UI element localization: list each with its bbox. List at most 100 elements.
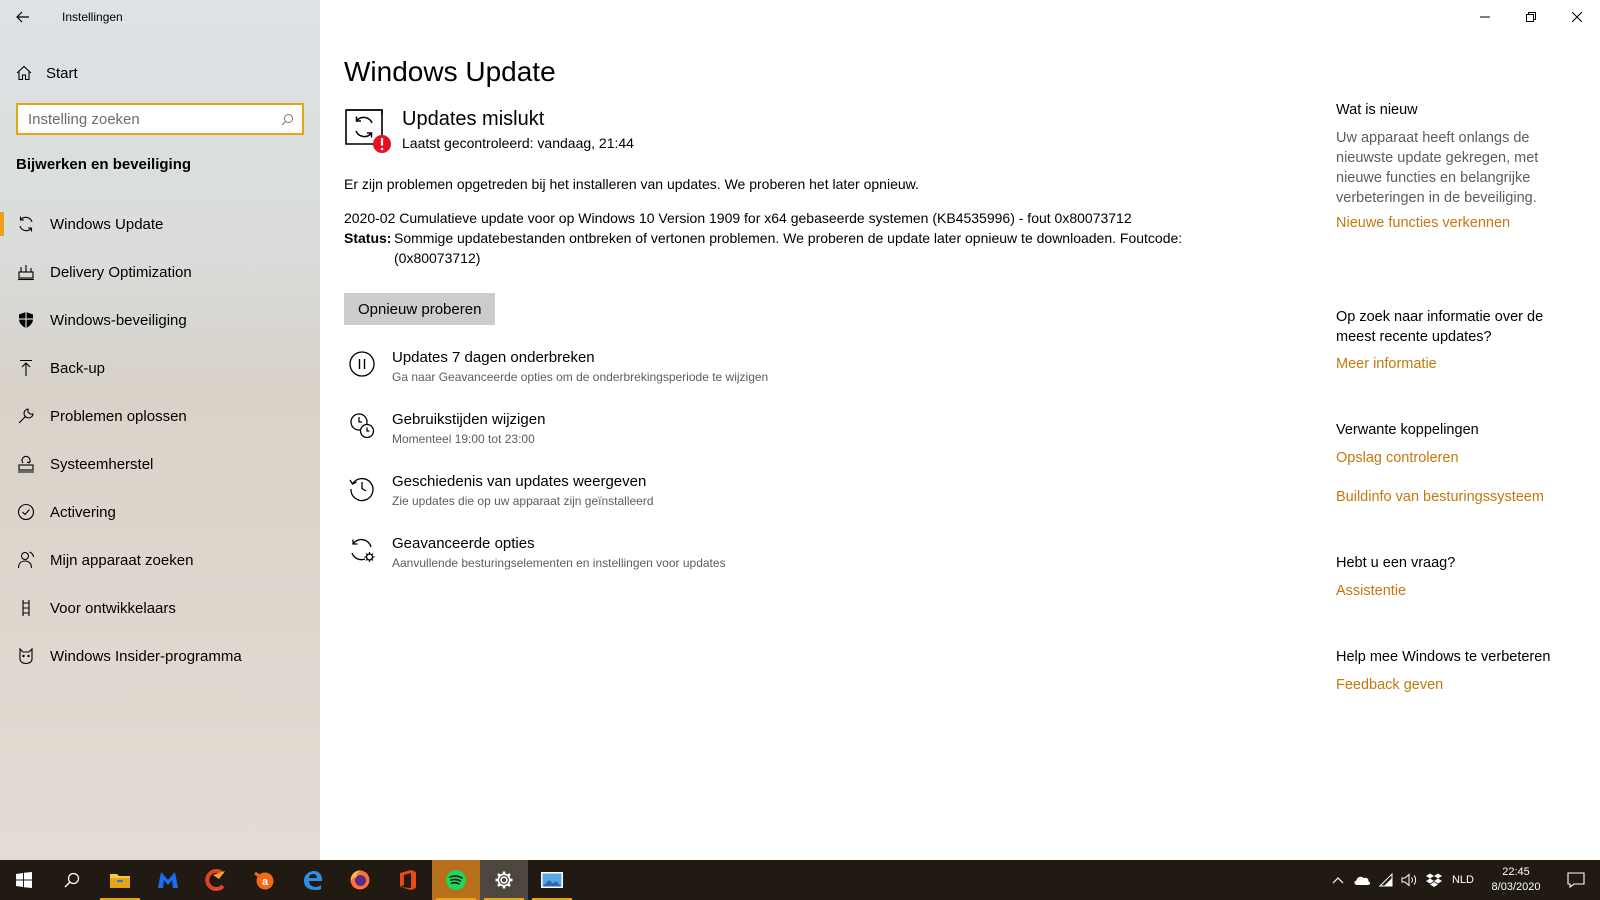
taskbar-file-explorer[interactable] — [96, 860, 144, 900]
status-label: Status: — [344, 230, 392, 246]
main-content: Windows Update Updates mislukt Laatst ge… — [344, 0, 1284, 860]
minimize-button[interactable] — [1462, 0, 1508, 34]
sidebar-item-windows-security[interactable]: Windows-beveiliging — [0, 296, 320, 344]
close-button[interactable] — [1554, 0, 1600, 34]
shield-icon — [16, 310, 36, 330]
taskbar-spotify[interactable] — [432, 860, 480, 900]
sidebar-item-label: Windows Insider-programma — [50, 647, 242, 665]
status-title: Updates mislukt — [402, 108, 545, 130]
search-icon — [64, 872, 80, 888]
more-info-link[interactable]: Meer informatie — [1336, 354, 1576, 374]
option-pause-updates[interactable]: Updates 7 dagen onderbreken Ga naar Geav… — [344, 348, 1044, 410]
update-name: 2020-02 Cumulatieve update voor op Windo… — [344, 210, 1132, 226]
option-advanced-options[interactable]: Geavanceerde opties Aanvullende besturin… — [344, 534, 1044, 596]
option-active-hours[interactable]: Gebruikstijden wijzigen Momenteel 19:00 … — [344, 410, 1044, 472]
tray-network[interactable] — [1374, 860, 1398, 900]
taskbar-edge[interactable] — [288, 860, 336, 900]
tray-chevron-button[interactable] — [1326, 860, 1350, 900]
sidebar-item-label: Voor ontwikkelaars — [50, 599, 176, 617]
sync-icon — [16, 214, 36, 234]
retry-button[interactable]: Opnieuw proberen — [344, 293, 496, 325]
person-locate-icon — [16, 550, 36, 570]
taskbar-malwarebytes[interactable] — [144, 860, 192, 900]
tray-volume[interactable] — [1398, 860, 1422, 900]
sidebar-item-windows-insider[interactable]: Windows Insider-programma — [0, 632, 320, 680]
taskbar-settings[interactable] — [480, 860, 528, 900]
sidebar-item-developers[interactable]: Voor ontwikkelaars — [0, 584, 320, 632]
page-title: Windows Update — [344, 56, 556, 87]
sidebar-item-label: Mijn apparaat zoeken — [50, 551, 194, 569]
taskbar-search-button[interactable] — [48, 860, 96, 900]
sidebar-section-title: Bijwerken en beveiliging — [16, 156, 192, 173]
onedrive-cloud-icon — [1354, 876, 1371, 885]
back-button[interactable] — [0, 0, 46, 34]
failed-update-detail: 2020-02 Cumulatieve update voor op Windo… — [344, 208, 1264, 268]
check-storage-link[interactable]: Opslag controleren — [1336, 448, 1576, 468]
os-build-info-link[interactable]: Buildinfo van besturingssysteem — [1336, 487, 1576, 507]
sidebar-item-label: Back-up — [50, 359, 106, 377]
sidebar-item-start[interactable]: Start — [0, 56, 320, 90]
explore-features-link[interactable]: Nieuwe functies verkennen — [1336, 213, 1576, 233]
taskbar-ccleaner[interactable] — [192, 860, 240, 900]
file-explorer-icon — [110, 874, 130, 888]
upload-arrow-icon — [16, 358, 36, 378]
tray-dropbox[interactable] — [1422, 860, 1446, 900]
improve-heading: Help mee Windows te verbeteren — [1336, 649, 1551, 665]
option-subtitle: Zie updates die op uw apparaat zijn geïn… — [392, 494, 654, 508]
active-hours-clock-icon — [344, 408, 380, 444]
feedback-link[interactable]: Feedback geven — [1336, 675, 1576, 695]
tray-onedrive[interactable] — [1350, 860, 1374, 900]
settings-search-input[interactable] — [28, 110, 272, 128]
sidebar-item-backup[interactable]: Back-up — [0, 344, 320, 392]
input-language[interactable]: NLD — [1446, 874, 1480, 886]
sidebar-item-recovery[interactable]: Systeemherstel — [0, 440, 320, 488]
close-icon — [1572, 12, 1582, 22]
option-title: Geavanceerde opties — [392, 535, 535, 552]
sidebar-item-label: Delivery Optimization — [50, 263, 192, 281]
sidebar-item-delivery-optimization[interactable]: Delivery Optimization — [0, 248, 320, 296]
firefox-icon — [350, 870, 370, 890]
status-value: Sommige updatebestanden ontbreken of ver… — [394, 230, 1183, 266]
clock[interactable]: 22:45 8/03/2020 — [1480, 865, 1552, 895]
system-tray: NLD 22:45 8/03/2020 — [1326, 860, 1600, 900]
office-icon — [400, 870, 416, 890]
sidebar-item-label: Systeemherstel — [50, 455, 154, 473]
search-icon[interactable] — [272, 113, 302, 126]
sidebar-item-label: Activering — [50, 503, 116, 521]
speaker-icon — [1401, 873, 1417, 887]
start-icon — [16, 872, 32, 888]
option-update-history[interactable]: Geschiedenis van updates weergeven Zie u… — [344, 472, 1044, 534]
taskbar-avast[interactable]: a — [240, 860, 288, 900]
wifi-icon — [1378, 873, 1393, 887]
taskbar: a NLD 22:45 8/03/2020 — [0, 860, 1600, 900]
taskbar-firefox[interactable] — [336, 860, 384, 900]
sidebar-item-label: Windows Update — [50, 215, 164, 233]
sidebar-item-activation[interactable]: Activering — [0, 488, 320, 536]
question-heading: Hebt u een vraag? — [1336, 555, 1456, 571]
sidebar-item-find-my-device[interactable]: Mijn apparaat zoeken — [0, 536, 320, 584]
restore-button[interactable] — [1508, 0, 1554, 34]
sidebar-item-label: Start — [46, 64, 78, 82]
back-arrow-icon — [16, 11, 29, 23]
taskbar-office[interactable] — [384, 860, 432, 900]
option-subtitle: Momenteel 19:00 tot 23:00 — [392, 432, 535, 446]
chevron-up-icon — [1332, 877, 1344, 884]
whats-new-text: Uw apparaat heeft onlangs de nieuwste up… — [1336, 130, 1539, 206]
settings-search-box[interactable] — [16, 103, 304, 135]
photos-icon — [541, 872, 563, 888]
clock-date: 8/03/2020 — [1491, 881, 1541, 893]
sidebar-item-windows-update[interactable]: Windows Update — [0, 200, 320, 248]
get-help-link[interactable]: Assistentie — [1336, 581, 1576, 601]
problem-message: Er zijn problemen opgetreden bij het ins… — [344, 176, 919, 192]
sidebar-item-label: Problemen oplossen — [50, 407, 187, 425]
recovery-icon — [16, 454, 36, 474]
action-center-button[interactable] — [1552, 860, 1600, 900]
edge-icon — [304, 871, 322, 890]
dropbox-icon — [1426, 873, 1442, 887]
history-icon — [344, 470, 380, 506]
sidebar-item-troubleshoot[interactable]: Problemen oplossen — [0, 392, 320, 440]
home-icon — [16, 65, 32, 81]
start-button[interactable] — [0, 860, 48, 900]
taskbar-photos[interactable] — [528, 860, 576, 900]
option-subtitle: Aanvullende besturingselementen en inste… — [392, 556, 726, 570]
